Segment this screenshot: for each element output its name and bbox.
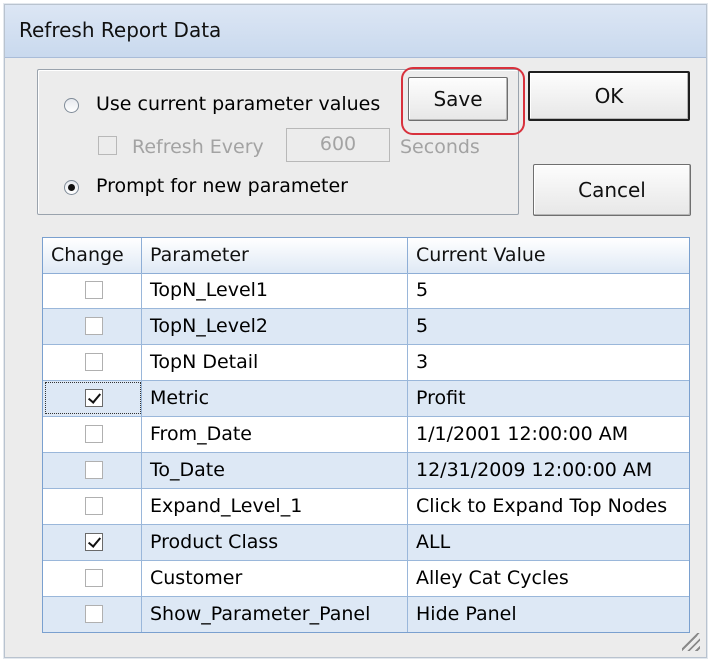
- change-cell[interactable]: [43, 525, 142, 560]
- change-checkbox[interactable]: [85, 569, 103, 587]
- current-value-cell[interactable]: 1/1/2001 12:00:00 AM: [408, 417, 689, 452]
- change-checkbox[interactable]: [85, 461, 103, 479]
- change-checkbox[interactable]: [85, 605, 103, 623]
- current-value-cell[interactable]: Profit: [408, 381, 689, 416]
- table-row[interactable]: Show_Parameter_Panel Hide Panel: [43, 597, 689, 632]
- parameter-cell[interactable]: Show_Parameter_Panel: [142, 597, 408, 632]
- refresh-every-label: Refresh Every: [132, 136, 264, 158]
- save-button[interactable]: Save: [408, 77, 508, 121]
- table-row[interactable]: From_Date 1/1/2001 12:00:00 AM: [43, 417, 689, 453]
- parameter-cell[interactable]: Customer: [142, 561, 408, 596]
- refresh-every-checkbox[interactable]: [98, 136, 117, 155]
- change-cell[interactable]: [43, 453, 142, 488]
- parameter-cell[interactable]: TopN_Level2: [142, 309, 408, 344]
- table-row[interactable]: Metric Profit: [43, 381, 689, 417]
- current-value-cell[interactable]: Click to Expand Top Nodes: [408, 489, 689, 524]
- change-checkbox[interactable]: [85, 533, 103, 551]
- use-current-radio[interactable]: [64, 98, 79, 113]
- use-current-label[interactable]: Use current parameter values: [96, 93, 380, 115]
- title-bar[interactable]: Refresh Report Data: [5, 5, 706, 58]
- column-header-change[interactable]: Change: [43, 238, 142, 273]
- change-checkbox[interactable]: [85, 497, 103, 515]
- parameter-cell[interactable]: TopN Detail: [142, 345, 408, 380]
- current-value-cell[interactable]: 5: [408, 273, 689, 308]
- parameter-cell[interactable]: To_Date: [142, 453, 408, 488]
- refresh-report-dialog: Refresh Report Data Use current paramete…: [4, 4, 707, 658]
- table-row[interactable]: TopN_Level2 5: [43, 309, 689, 345]
- change-cell[interactable]: [43, 417, 142, 452]
- current-value-cell[interactable]: ALL: [408, 525, 689, 560]
- parameter-cell[interactable]: Expand_Level_1: [142, 489, 408, 524]
- prompt-radio[interactable]: [64, 180, 79, 195]
- parameter-cell[interactable]: Product Class: [142, 525, 408, 560]
- prompt-label[interactable]: Prompt for new parameter: [96, 175, 348, 197]
- change-checkbox[interactable]: [85, 317, 103, 335]
- change-checkbox[interactable]: [85, 281, 103, 299]
- change-cell[interactable]: [43, 273, 142, 308]
- column-header-current-value[interactable]: Current Value: [408, 238, 689, 273]
- table-row[interactable]: TopN_Level1 5: [43, 273, 689, 309]
- parameter-cell[interactable]: From_Date: [142, 417, 408, 452]
- refresh-seconds-input[interactable]: 600: [286, 128, 390, 162]
- table-row[interactable]: To_Date 12/31/2009 12:00:00 AM: [43, 453, 689, 489]
- parameter-cell[interactable]: TopN_Level1: [142, 273, 408, 308]
- ok-button[interactable]: OK: [528, 71, 690, 121]
- current-value-cell[interactable]: 5: [408, 309, 689, 344]
- current-value-cell[interactable]: 12/31/2009 12:00:00 AM: [408, 453, 689, 488]
- change-cell[interactable]: [43, 381, 142, 416]
- parameter-grid: Change Parameter Current Value TopN_Leve…: [42, 237, 690, 633]
- change-checkbox[interactable]: [85, 353, 103, 371]
- cancel-button[interactable]: Cancel: [533, 164, 691, 216]
- change-cell[interactable]: [43, 597, 142, 632]
- change-checkbox[interactable]: [85, 425, 103, 443]
- grid-header: Change Parameter Current Value: [43, 238, 689, 274]
- current-value-cell[interactable]: Alley Cat Cycles: [408, 561, 689, 596]
- parameter-cell[interactable]: Metric: [142, 381, 408, 416]
- current-value-cell[interactable]: 3: [408, 345, 689, 380]
- column-header-parameter[interactable]: Parameter: [142, 238, 408, 273]
- resize-grip-icon[interactable]: [682, 633, 700, 651]
- change-cell[interactable]: [43, 489, 142, 524]
- current-value-cell[interactable]: Hide Panel: [408, 597, 689, 632]
- seconds-label: Seconds: [400, 136, 480, 158]
- change-cell[interactable]: [43, 309, 142, 344]
- change-cell[interactable]: [43, 345, 142, 380]
- table-row[interactable]: Product Class ALL: [43, 525, 689, 561]
- change-cell[interactable]: [43, 561, 142, 596]
- table-row[interactable]: TopN Detail 3: [43, 345, 689, 381]
- change-checkbox[interactable]: [85, 389, 103, 407]
- table-row[interactable]: Expand_Level_1 Click to Expand Top Nodes: [43, 489, 689, 525]
- table-row[interactable]: Customer Alley Cat Cycles: [43, 561, 689, 597]
- dialog-title: Refresh Report Data: [19, 18, 222, 42]
